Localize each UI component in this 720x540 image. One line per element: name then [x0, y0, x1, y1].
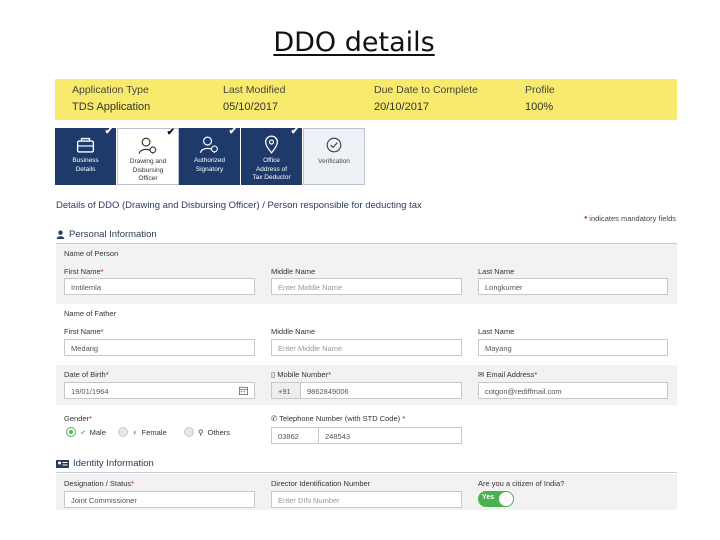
page-title-text: DDO details	[273, 27, 435, 58]
dob-label: Date of Birth*	[64, 370, 109, 379]
briefcase-icon	[76, 137, 95, 153]
citizen-toggle[interactable]: Yes	[478, 491, 514, 507]
gender-others-radio[interactable]: ⚲ Others	[184, 427, 230, 437]
user-check-icon	[200, 136, 218, 154]
father-middle-name-input[interactable]: Enter Middle Name	[271, 339, 462, 356]
summary-value: 20/10/2017	[374, 101, 430, 113]
summary-label: Last Modified	[223, 84, 286, 96]
toggle-knob	[499, 492, 513, 506]
citizen-label: Are you a citizen of India?	[478, 479, 565, 488]
father-first-name-label: First Name*	[64, 327, 104, 336]
telephone-input[interactable]: 248543	[318, 427, 462, 444]
telephone-label: ✆ Telephone Number (with STD Code) *	[271, 414, 406, 423]
group-label: Name of Person	[64, 249, 119, 258]
others-icon: ⚲	[198, 427, 204, 437]
radio-selected	[66, 427, 76, 437]
step-drawing-disbursing-officer[interactable]: ✔ Drawing and Disbursing Officer	[117, 128, 179, 185]
last-name-label: Last Name	[478, 267, 515, 276]
personal-info-heading: Personal Information	[56, 229, 157, 240]
section-title: Personal Information	[69, 229, 157, 240]
application-summary-bar: Application Type TDS Application Last Mo…	[55, 79, 677, 120]
check-icon: ✔	[166, 127, 175, 138]
group-label: Name of Father	[64, 309, 117, 318]
check-icon: ✔	[104, 126, 113, 137]
details-heading: Details of DDO (Drawing and Disbursing O…	[56, 200, 422, 211]
radio-unselected	[184, 427, 194, 437]
summary-value: TDS Application	[72, 101, 151, 113]
gender-label: Gender*	[64, 414, 92, 423]
din-label: Director Identification Number	[271, 479, 371, 488]
user-gear-icon	[138, 137, 157, 154]
din-input[interactable]: Enter DIN Number	[271, 491, 462, 508]
step-label: Authorized Signatory	[193, 157, 226, 173]
gender-male-radio[interactable]: ♂ Male	[66, 427, 106, 437]
summary-application-type: Application Type TDS Application	[72, 84, 150, 113]
middle-name-input[interactable]: Enter Middle Name	[271, 278, 462, 295]
identity-info-heading: Identity Information	[56, 458, 154, 469]
father-last-name-label: Last Name	[478, 327, 515, 336]
person-icon	[56, 230, 65, 239]
check-icon: ✔	[290, 126, 299, 137]
phone-icon: ✆	[271, 414, 280, 423]
step-authorized-signatory[interactable]: ✔ Authorized Signatory	[179, 126, 241, 185]
calendar-icon[interactable]	[239, 386, 248, 395]
father-first-name-input[interactable]: Medang	[64, 339, 255, 356]
first-name-label: First Name*	[64, 267, 104, 276]
summary-label: Due Date to Complete	[374, 84, 478, 96]
location-pin-icon	[264, 135, 279, 154]
registration-steps: ✔ Business Details ✔ Drawing and Disbursin…	[55, 126, 365, 185]
summary-value: 05/10/2017	[223, 101, 279, 113]
email-input[interactable]: cotgon@rediffmail.com	[478, 382, 668, 399]
last-name-input[interactable]: Longkumer	[478, 278, 668, 295]
radio-unselected	[118, 427, 128, 437]
mandatory-note: * indicates mandatory fields	[584, 214, 676, 223]
identity-panel: Designation / Status* Joint Commissioner…	[56, 474, 677, 510]
summary-last-modified: Last Modified 05/10/2017	[223, 84, 285, 113]
gender-phone-panel: Gender* ♂ Male ♀ Female ⚲ Others ✆ Telephon…	[56, 408, 677, 448]
std-code-input[interactable]: 03862	[271, 427, 319, 444]
father-middle-name-label: Middle Name	[271, 327, 316, 336]
mobile-label: ▯ Mobile Number*	[271, 370, 331, 379]
step-verification[interactable]: Verification	[303, 128, 365, 185]
gender-female-radio[interactable]: ♀ Female	[118, 427, 167, 437]
dob-input[interactable]: 19/01/1964	[64, 382, 255, 399]
summary-label: Application Type	[72, 84, 149, 96]
summary-due-date: Due Date to Complete 20/10/2017	[374, 84, 478, 113]
summary-value: 100%	[525, 101, 554, 113]
id-card-icon	[56, 459, 69, 468]
name-of-father-panel: Name of Father First Name* Middle Name L…	[56, 305, 677, 364]
middle-name-label: Middle Name	[271, 267, 316, 276]
step-label: Verification	[318, 158, 350, 165]
female-icon: ♀	[132, 427, 138, 437]
summary-profile: Profile 100%	[525, 84, 555, 113]
designation-input[interactable]: Joint Commissioner	[64, 491, 255, 508]
first-name-input[interactable]: Imtilemla	[64, 278, 255, 295]
contact-panel: Date of Birth* 19/01/1964 ▯ Mobile Numbe…	[56, 365, 677, 405]
summary-label: Profile	[525, 84, 555, 96]
step-label: Business Details	[72, 157, 99, 173]
toggle-label: Yes	[482, 494, 495, 501]
step-label: Drawing and Disbursing Officer	[129, 158, 167, 182]
mobile-country-code: +91	[271, 382, 301, 399]
step-office-address[interactable]: ✔ Office Address of Tax Deductor	[241, 126, 303, 185]
page-title: DDO details	[0, 27, 708, 58]
check-circle-icon	[326, 137, 342, 153]
step-label: Office Address of Tax Deductor	[252, 157, 291, 181]
mobile-input[interactable]: 9862849006	[300, 382, 462, 399]
divider	[56, 472, 677, 473]
section-title: Identity Information	[73, 458, 154, 469]
father-last-name-input[interactable]: Mayang	[478, 339, 668, 356]
designation-label: Designation / Status*	[64, 479, 135, 488]
step-business-details[interactable]: ✔ Business Details	[55, 126, 117, 185]
name-of-person-panel: Name of Person First Name* Middle Name L…	[56, 244, 677, 304]
email-label: ✉ Email Address*	[478, 370, 538, 379]
check-icon: ✔	[228, 126, 237, 137]
male-icon: ♂	[80, 427, 86, 437]
